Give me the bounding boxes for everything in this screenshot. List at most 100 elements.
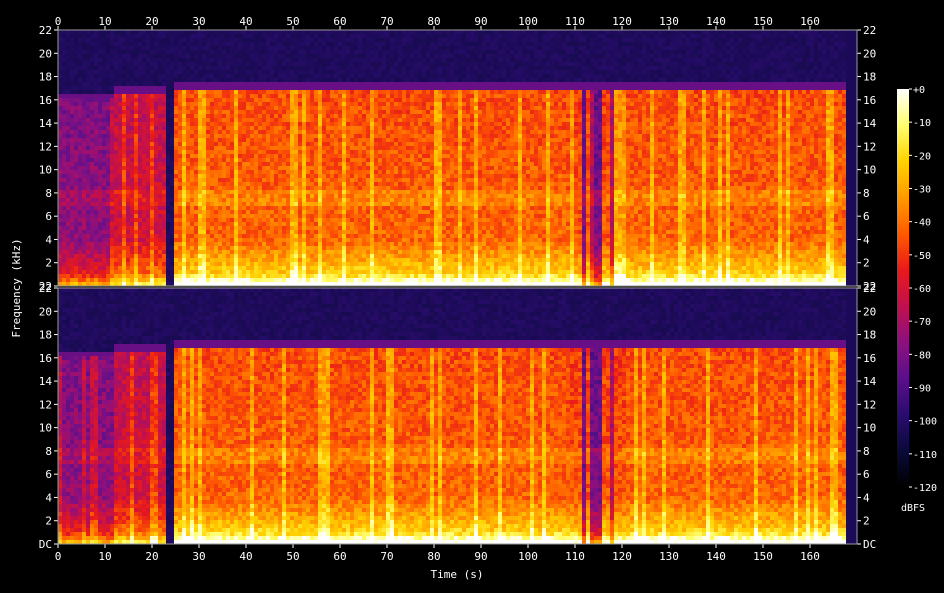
spectrogram-column [810,30,814,286]
spectrogram-column [526,30,530,286]
y-tick-label-right: 8 [863,445,870,458]
spectrogram-column [802,288,806,544]
spectrogram-column [178,30,182,286]
spectrogram-column [622,30,626,286]
spectrogram-column [230,30,234,286]
spectrogram-column [126,288,130,544]
spectrogram-column [406,288,410,544]
spectrogram-column [842,288,846,544]
x-tick-label: 20 [145,550,158,563]
spectrogram-column [842,30,846,286]
spectrogram-column [718,30,722,286]
spectrogram-column [510,30,514,286]
spectrogram-column [350,288,354,544]
spectrogram-column [830,288,834,544]
spectrogram-column [706,30,710,286]
spectrogram-column [570,288,574,544]
x-tick-label: 30 [192,15,205,28]
y-tick-label-left: 6 [45,468,52,481]
spectrogram-column [78,288,82,544]
spectrogram-column [562,288,566,544]
spectrogram-column [666,288,670,544]
x-tick-label: 100 [518,15,538,28]
spectrogram-column [458,30,462,286]
spectrogram-column [350,30,354,286]
colorbar-tick-label: -30 [913,185,931,196]
colorbar-tick-label: -60 [913,284,931,295]
spectrogram-column [822,288,826,544]
spectrogram-column [198,30,202,286]
spectrogram-column [422,288,426,544]
spectrogram-column [298,288,302,544]
spectrogram-column [682,288,686,544]
y-tick-label-left: 8 [45,445,52,458]
spectrogram-column [658,30,662,286]
spectrogram-column [238,30,242,286]
colorbar-tick-label: -80 [913,350,931,361]
spectrogram-column [326,288,330,544]
x-tick-label: 70 [380,550,393,563]
spectrogram-column [130,30,134,286]
spectrogram-column [706,288,710,544]
spectrogram-column [142,288,146,544]
spectrogram-column [346,30,350,286]
spectrogram-column [182,30,186,286]
spectrogram-column [242,30,246,286]
spectrogram-column [614,288,618,544]
spectrogram-column [362,30,366,286]
x-tick-label: 10 [98,15,111,28]
x-tick-label: 120 [612,15,632,28]
spectrogram-column [450,30,454,286]
spectrogram-column [270,288,274,544]
spectrogram-column [414,30,418,286]
spectrogram-column [554,288,558,544]
spectrogram-column [86,288,90,544]
spectrogram-column [806,30,810,286]
spectrogram-column [182,288,186,544]
spectrogram-column [226,30,230,286]
spectrogram-column [478,30,482,286]
spectrogram-column [490,30,494,286]
spectrogram-column [586,30,590,286]
spectrogram-column [410,288,414,544]
spectrogram-column [394,288,398,544]
y-tick-label-right: 18 [863,71,876,84]
spectrogram-column [150,288,154,544]
spectrogram-column [530,30,534,286]
spectrogram-column [170,288,174,544]
spectrogram-column [446,288,450,544]
spectrogram-column [154,288,158,544]
spectrogram-column [210,288,214,544]
y-tick-label-left: 18 [39,329,52,342]
spectrogram-column [454,30,458,286]
spectrogram-column [474,288,478,544]
spectrogram-column [786,30,790,286]
y-tick-label-right: 22 [863,24,876,37]
spectrogram-column [106,30,110,286]
y-tick-label-right: 6 [863,210,870,223]
x-tick-label: 140 [706,15,726,28]
spectrogram-column [254,288,258,544]
spectrogram-column [378,288,382,544]
spectrogram-column [554,30,558,286]
spectrogram-column [750,288,754,544]
spectrogram-chart: 0 0 10 10 20 20 30 30 40 40 50 50 60 60 70 70 80 80 90 90 10… [10,15,937,581]
spectrogram-column [442,288,446,544]
spectrogram-column [146,288,150,544]
spectrogram-column [650,288,654,544]
spectrogram-column [366,288,370,544]
colorbar-tick-label: -110 [913,450,937,461]
spectrogram-column [494,288,498,544]
y-tick-label-right: 12 [863,398,876,411]
x-tick-label: 130 [659,550,679,563]
x-tick-label: 0 [55,550,62,563]
y-tick-label-right: 8 [863,187,870,200]
spectrogram-column [558,30,562,286]
spectrogram-column [626,30,630,286]
y-tick-label-left: 8 [45,187,52,200]
spectrogram-column [702,288,706,544]
spectrogram-column [370,288,374,544]
spectrogram-column [782,30,786,286]
spectrogram-column [114,288,118,544]
spectrogram-column [234,30,238,286]
